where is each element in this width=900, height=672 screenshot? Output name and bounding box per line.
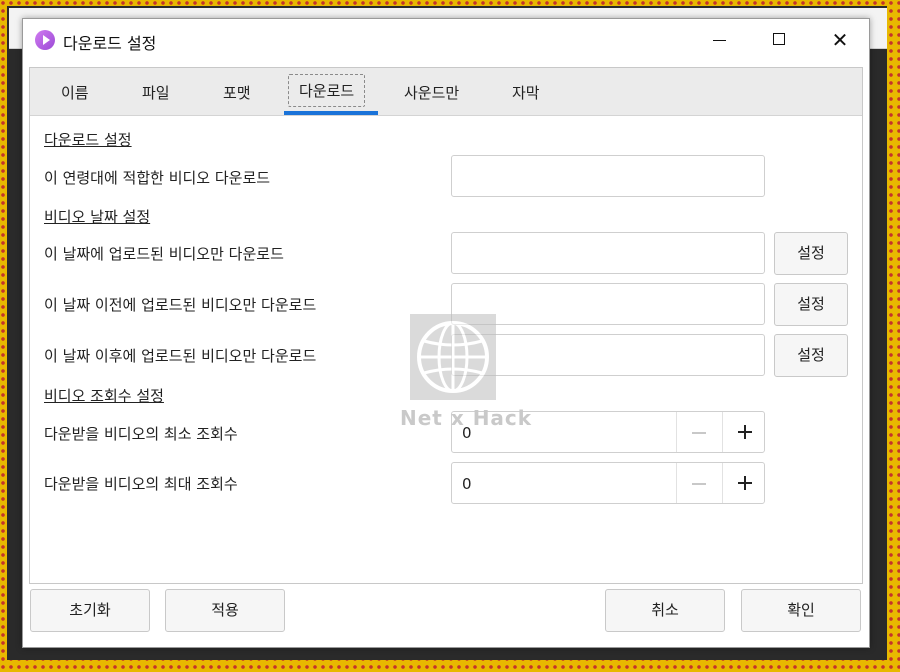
- min-views-label: 다운받을 비디오의 최소 조회수: [44, 425, 238, 443]
- close-icon: ✕: [831, 28, 849, 52]
- date-on-label: 이 날짜에 업로드된 비디오만 다운로드: [44, 245, 284, 263]
- tab-subtitle[interactable]: 자막: [512, 82, 540, 103]
- min-views-increment-button[interactable]: [722, 412, 767, 452]
- tab-name[interactable]: 이름: [61, 82, 89, 103]
- max-views-stepper: 0: [451, 462, 765, 504]
- date-on-field[interactable]: [451, 232, 765, 274]
- max-views-label: 다운받을 비디오의 최대 조회수: [44, 475, 238, 493]
- max-views-increment-button[interactable]: [722, 463, 767, 503]
- tab-format[interactable]: 포맷: [223, 82, 251, 103]
- app-play-icon: [35, 30, 55, 50]
- date-before-label: 이 날짜 이전에 업로드된 비디오만 다운로드: [44, 296, 317, 314]
- cancel-button[interactable]: 취소: [605, 589, 725, 632]
- globe-icon: [410, 314, 496, 400]
- section-download-title: 다운로드 설정: [44, 131, 132, 149]
- date-before-set-button[interactable]: 설정: [774, 283, 848, 326]
- title-bar[interactable]: 다운로드 설정 ✕: [23, 19, 869, 63]
- watermark-text: Net x Hack: [400, 406, 533, 430]
- max-views-input[interactable]: 0: [462, 475, 472, 493]
- settings-panel: 이름 파일 포맷 다운로드 사운드만 자막 다운로드 설정 이 연령대에 적합한…: [29, 67, 863, 584]
- tab-download[interactable]: 다운로드: [288, 74, 366, 107]
- date-on-set-button[interactable]: 설정: [774, 232, 848, 275]
- minimize-button[interactable]: [697, 23, 743, 57]
- ok-button[interactable]: 확인: [741, 589, 861, 632]
- section-views-title: 비디오 조회수 설정: [44, 387, 164, 405]
- download-settings-dialog: 다운로드 설정 ✕ 이름 파일 포맷 다운로드 사운드만 자막 다운로드 설정 …: [22, 18, 870, 648]
- tab-file[interactable]: 파일: [142, 82, 170, 103]
- max-views-decrement-button[interactable]: [676, 463, 721, 503]
- dialog-title: 다운로드 설정: [63, 34, 157, 53]
- apply-button[interactable]: 적용: [165, 589, 285, 632]
- date-after-label: 이 날짜 이후에 업로드된 비디오만 다운로드: [44, 347, 317, 365]
- maximize-button[interactable]: [757, 23, 803, 57]
- age-field[interactable]: [451, 155, 765, 197]
- tab-bar: 이름 파일 포맷 다운로드 사운드만 자막: [30, 68, 862, 116]
- reset-button[interactable]: 초기화: [30, 589, 150, 632]
- date-after-set-button[interactable]: 설정: [774, 334, 848, 377]
- age-label: 이 연령대에 적합한 비디오 다운로드: [44, 169, 271, 187]
- watermark: Net x Hack: [400, 314, 531, 434]
- close-button[interactable]: ✕: [817, 23, 863, 57]
- tab-sound-only[interactable]: 사운드만: [404, 82, 459, 103]
- section-date-title: 비디오 날짜 설정: [44, 208, 151, 226]
- min-views-decrement-button[interactable]: [676, 412, 721, 452]
- active-tab-indicator: [284, 111, 378, 115]
